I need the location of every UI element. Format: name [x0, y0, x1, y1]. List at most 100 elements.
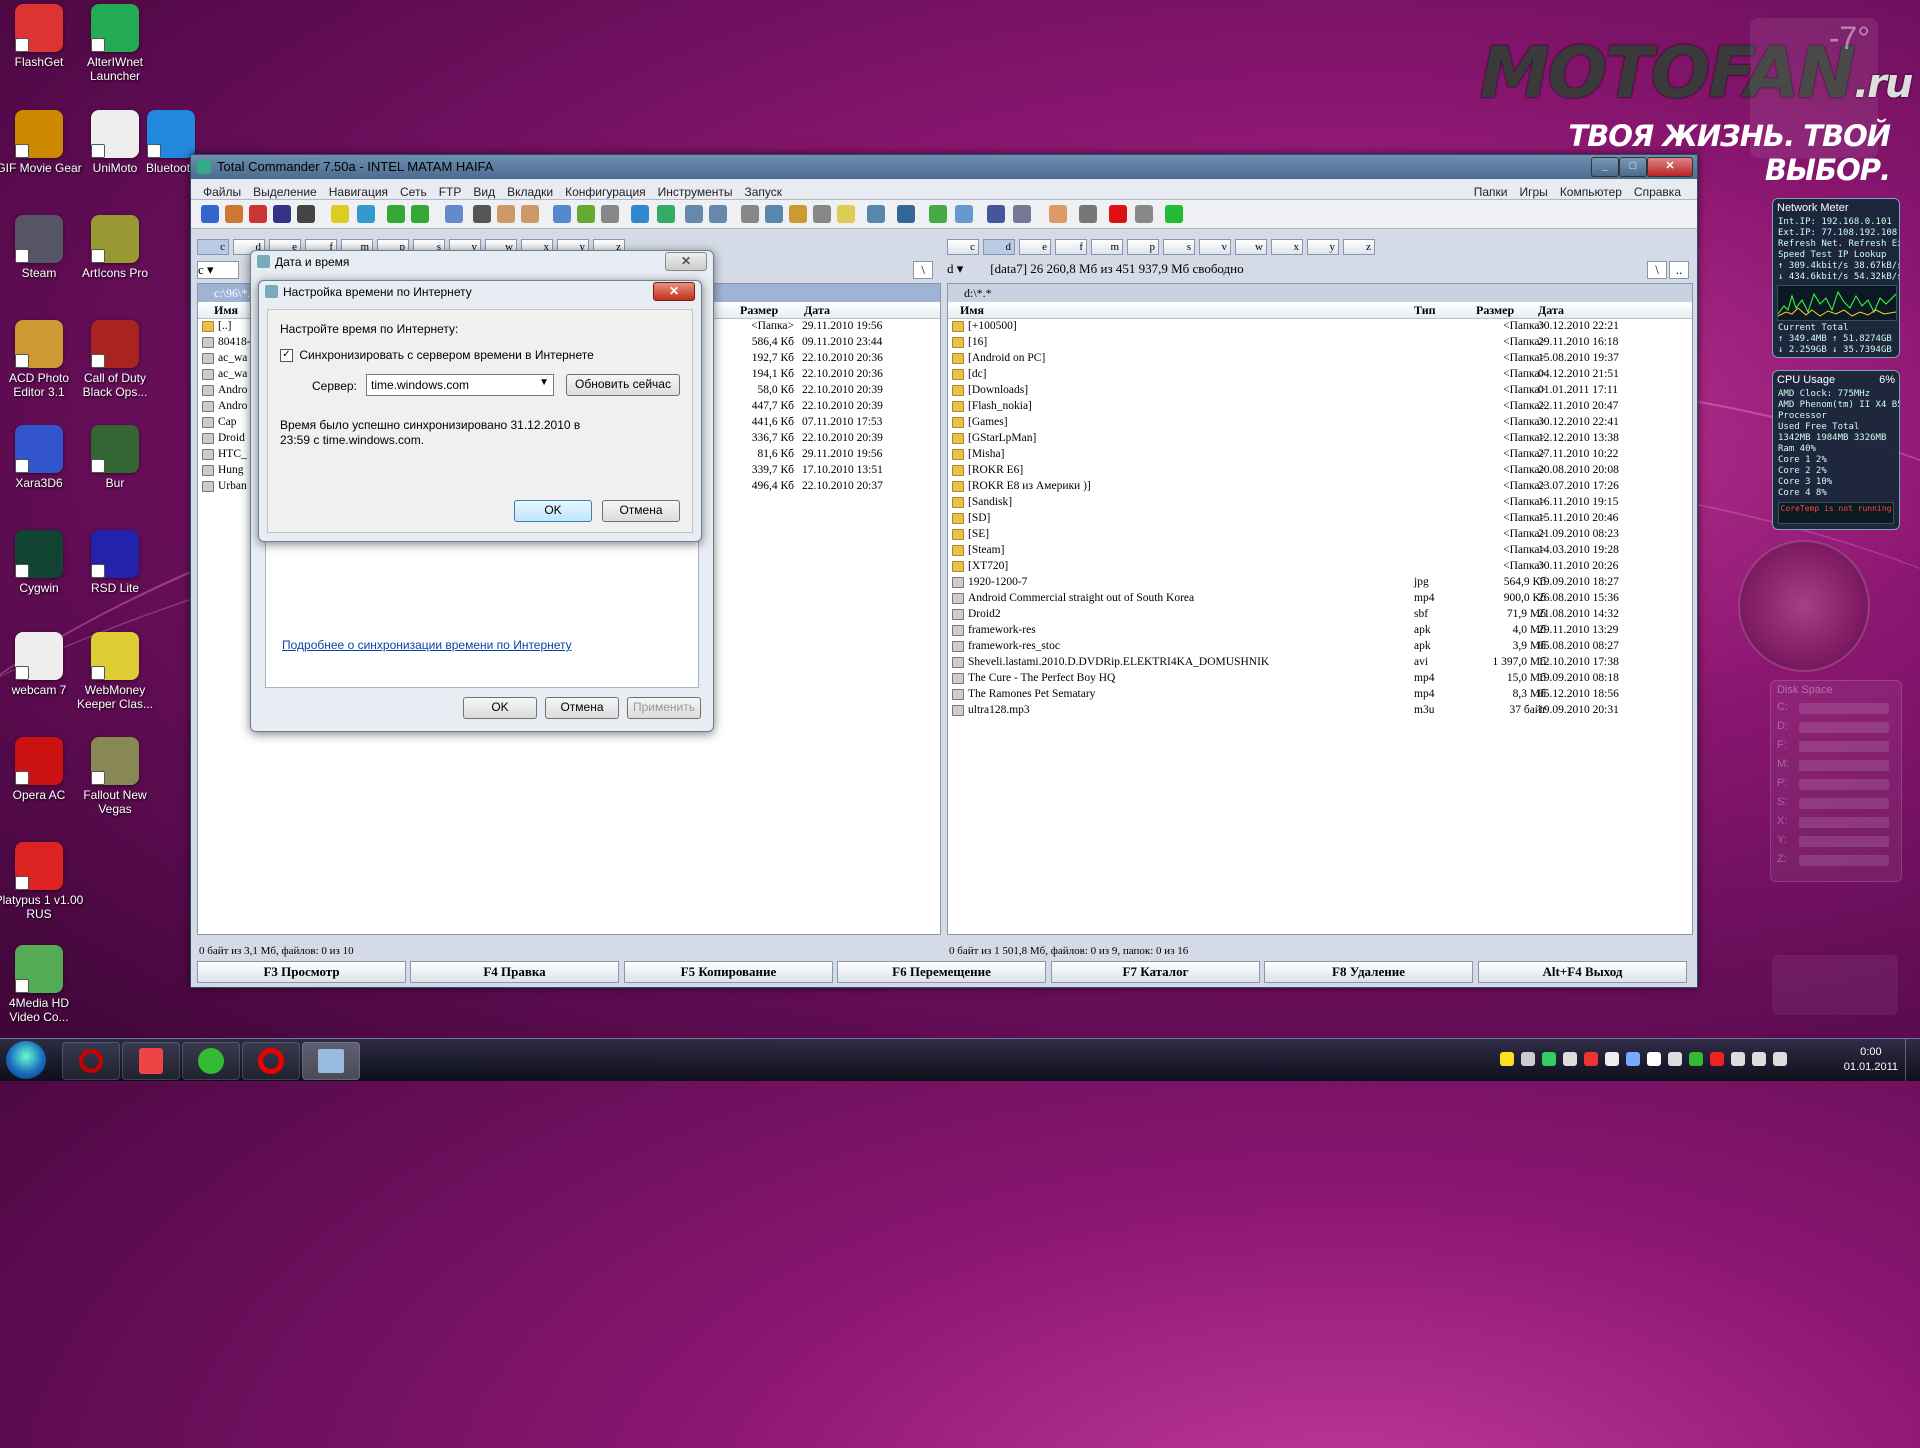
file-row[interactable]: [+100500] <Папка> 30.12.2010 22:21: [948, 319, 1692, 335]
toolbar-button-icon[interactable]: [929, 205, 947, 223]
toolbar-button-icon[interactable]: [249, 205, 267, 223]
file-row[interactable]: [Android on PC] <Папка> 15.08.2010 19:37: [948, 351, 1692, 367]
fkey-button[interactable]: F6 Перемещение: [837, 961, 1046, 983]
tray-icon[interactable]: [1521, 1052, 1535, 1066]
menu-item[interactable]: Справка: [1628, 182, 1687, 202]
toolbar-button-icon[interactable]: [331, 205, 349, 223]
toolbar-button-icon[interactable]: [553, 205, 571, 223]
toolbar-button-icon[interactable]: [867, 205, 885, 223]
right-root-button[interactable]: \: [1647, 261, 1667, 279]
taskbar-total-commander[interactable]: [302, 1042, 360, 1080]
toolbar-button-icon[interactable]: [741, 205, 759, 223]
taskbar-app2[interactable]: [122, 1042, 180, 1080]
menu-item[interactable]: Выделение: [247, 182, 323, 202]
desktop-icon[interactable]: RSD Lite: [70, 530, 160, 595]
drive-button-m[interactable]: m: [1091, 239, 1123, 255]
sync-info-link[interactable]: Подробнее о синхронизации времени по Инт…: [282, 638, 572, 652]
right-col-type[interactable]: Тип: [1414, 303, 1436, 318]
file-row[interactable]: The Cure - The Perfect Boy HQ mp4 15,0 Мб 1…: [948, 671, 1692, 687]
toolbar-button-icon[interactable]: [411, 205, 429, 223]
toolbar-button-icon[interactable]: [601, 205, 619, 223]
right-panel[interactable]: d:\*.* Имя Тип Размер Дата [+100500] <Пап…: [947, 283, 1693, 935]
tray-icon[interactable]: [1689, 1052, 1703, 1066]
tray-icon[interactable]: [1668, 1052, 1682, 1066]
menu-item[interactable]: Игры: [1514, 182, 1554, 202]
clock[interactable]: 0:00 01.01.2011: [1844, 1045, 1898, 1075]
datetime-apply-button[interactable]: Применить: [627, 697, 701, 719]
toolbar-button-icon[interactable]: [1049, 205, 1067, 223]
tray-icon[interactable]: [1605, 1052, 1619, 1066]
left-col-size[interactable]: Размер: [740, 303, 778, 318]
tray-icon[interactable]: [1773, 1052, 1787, 1066]
right-drive-combo[interactable]: d ▾ [data7] 26 260,8 Мб из 451 937,9 Мб …: [947, 261, 1691, 281]
toolbar-button-icon[interactable]: [1079, 205, 1097, 223]
right-column-header[interactable]: Имя Тип Размер Дата: [948, 302, 1692, 319]
drive-button-c[interactable]: c: [197, 239, 229, 255]
inet-titlebar[interactable]: Настройка времени по Интернету ✕: [259, 281, 701, 303]
drive-button-s[interactable]: s: [1163, 239, 1195, 255]
drive-button-v[interactable]: v: [1199, 239, 1231, 255]
menu-item[interactable]: Вид: [467, 182, 501, 202]
fkey-button[interactable]: F5 Копирование: [624, 961, 833, 983]
taskbar-opera[interactable]: [242, 1042, 300, 1080]
inet-ok-button[interactable]: OK: [514, 500, 592, 522]
taskbar-opera-red[interactable]: [62, 1042, 120, 1080]
maximize-button[interactable]: □: [1619, 157, 1647, 177]
toolbar-button-icon[interactable]: [813, 205, 831, 223]
tray-icon[interactable]: [1626, 1052, 1640, 1066]
tray-icon[interactable]: [1710, 1052, 1724, 1066]
network-meter-gadget[interactable]: Network Meter Int.IP: 192.168.0.101 Ext.I…: [1772, 198, 1900, 358]
fkey-button[interactable]: Alt+F4 Выход: [1478, 961, 1687, 983]
tray-icon[interactable]: [1731, 1052, 1745, 1066]
toolbar-button-icon[interactable]: [521, 205, 539, 223]
file-row[interactable]: [Steam] <Папка> 14.03.2010 19:28: [948, 543, 1692, 559]
file-row[interactable]: [Downloads] <Папка> 01.01.2011 17:11: [948, 383, 1692, 399]
toolbar-button-icon[interactable]: [897, 205, 915, 223]
drive-button-w[interactable]: w: [1235, 239, 1267, 255]
toolbar-button-icon[interactable]: [1013, 205, 1031, 223]
right-col-name[interactable]: Имя: [960, 303, 984, 318]
cpu-usage-gadget[interactable]: CPU Usage 6% AMD Clock: 775MHz AMD Phenom…: [1772, 370, 1900, 530]
left-col-date[interactable]: Дата: [804, 303, 830, 318]
file-row[interactable]: Sheveli.lastami.2010.D.DVDRip.ELEKTRI4KA…: [948, 655, 1692, 671]
toolbar-button-icon[interactable]: [297, 205, 315, 223]
show-desktop-button[interactable]: [1905, 1039, 1920, 1081]
desktop-icon[interactable]: Bur: [70, 425, 160, 490]
file-row[interactable]: [16] <Папка> 29.11.2010 16:18: [948, 335, 1692, 351]
desktop-icon[interactable]: Bluetooth: [146, 110, 196, 175]
toolbar-button-icon[interactable]: [473, 205, 491, 223]
desktop-icon[interactable]: 4Media HD Video Co...: [0, 945, 84, 1024]
desktop-icon[interactable]: Platypus 1 v1.00 RUS: [0, 842, 84, 921]
menu-item[interactable]: Конфигурация: [559, 182, 652, 202]
left-root-button[interactable]: \: [913, 261, 933, 279]
toolbar-button-icon[interactable]: [445, 205, 463, 223]
toolbar-button-icon[interactable]: [837, 205, 855, 223]
left-col-name[interactable]: Имя: [214, 303, 238, 318]
gauge-gadget[interactable]: [1738, 540, 1870, 672]
fkey-button[interactable]: F7 Каталог: [1051, 961, 1260, 983]
toolbar-button-icon[interactable]: [709, 205, 727, 223]
desktop-icon[interactable]: WebMoney Keeper Clas...: [70, 632, 160, 711]
drive-button-c[interactable]: c: [947, 239, 979, 255]
tray-icon[interactable]: [1542, 1052, 1556, 1066]
drive-button-d[interactable]: d: [983, 239, 1015, 255]
right-col-size[interactable]: Размер: [1476, 303, 1514, 318]
datetime-close-button[interactable]: ✕: [665, 252, 707, 271]
file-row[interactable]: [dc] <Папка> 04.12.2010 21:51: [948, 367, 1692, 383]
file-row[interactable]: [ROKR E6] <Папка> 20.08.2010 20:08: [948, 463, 1692, 479]
toolbar-button-icon[interactable]: [357, 205, 375, 223]
desktop-icon[interactable]: Fallout New Vegas: [70, 737, 160, 816]
file-row[interactable]: ultra128.mp3 m3u 37 байт 19.09.2010 20:31: [948, 703, 1692, 719]
menu-item[interactable]: Компьютер: [1554, 182, 1628, 202]
datetime-cancel-button[interactable]: Отмена: [545, 697, 619, 719]
drive-button-x[interactable]: x: [1271, 239, 1303, 255]
menu-item[interactable]: Сеть: [394, 182, 433, 202]
drive-button-z[interactable]: z: [1343, 239, 1375, 255]
drive-button-y[interactable]: y: [1307, 239, 1339, 255]
tray-icon[interactable]: [1584, 1052, 1598, 1066]
sync-checkbox[interactable]: ✓: [280, 349, 293, 363]
tray-icon[interactable]: [1647, 1052, 1661, 1066]
toolbar-button-icon[interactable]: [1109, 205, 1127, 223]
update-now-button[interactable]: Обновить сейчас: [566, 374, 680, 396]
toolbar-button-icon[interactable]: [497, 205, 515, 223]
